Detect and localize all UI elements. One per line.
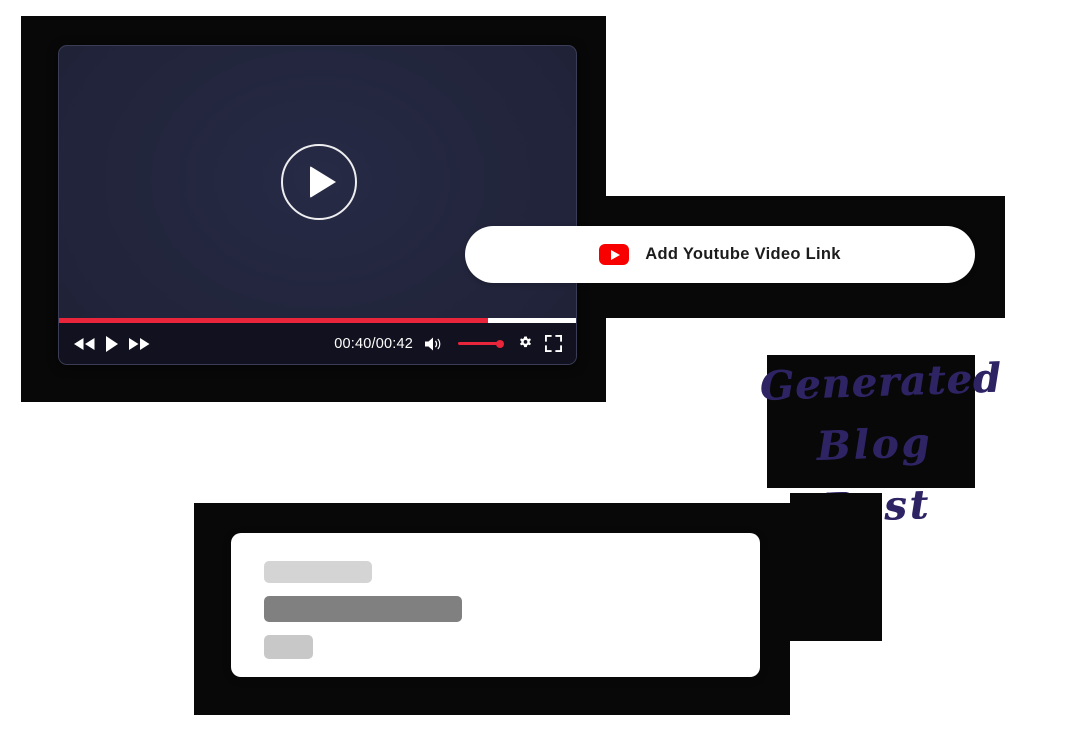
video-control-bar: 00:40/00:42 <box>59 323 576 364</box>
time-display: 00:40/00:42 <box>334 335 413 352</box>
youtube-icon <box>599 244 630 265</box>
volume-slider-knob[interactable] <box>496 339 504 348</box>
add-youtube-video-link-button[interactable]: Add Youtube Video Link <box>465 226 975 283</box>
blog-post-card-backdrop-right <box>790 493 882 641</box>
volume-high-icon[interactable] <box>424 336 443 352</box>
playback-controls-group <box>73 335 151 353</box>
youtube-play-triangle-icon <box>611 249 621 260</box>
volume-slider-track <box>458 342 498 345</box>
skeleton-bar-body <box>264 596 462 622</box>
illustration-stage: 00:40/00:42 Add Youtube Video Link Gener… <box>0 0 1072 732</box>
caption-line-1: Generated <box>759 354 1003 410</box>
rewind-icon[interactable] <box>73 337 96 351</box>
fast-forward-icon[interactable] <box>128 337 151 351</box>
skeleton-bar-short <box>264 635 313 659</box>
video-player[interactable]: 00:40/00:42 <box>58 45 577 365</box>
blog-post-card[interactable] <box>231 533 760 677</box>
player-right-controls-group: 00:40/00:42 <box>334 335 562 352</box>
skeleton-bar-title <box>264 561 372 583</box>
fullscreen-icon[interactable] <box>545 335 562 352</box>
play-triangle-icon <box>309 166 336 198</box>
gear-icon[interactable] <box>517 335 534 352</box>
volume-slider[interactable] <box>458 337 504 351</box>
add-youtube-video-link-label: Add Youtube Video Link <box>645 245 841 263</box>
play-circle-icon[interactable] <box>280 144 357 220</box>
play-icon[interactable] <box>105 335 119 353</box>
